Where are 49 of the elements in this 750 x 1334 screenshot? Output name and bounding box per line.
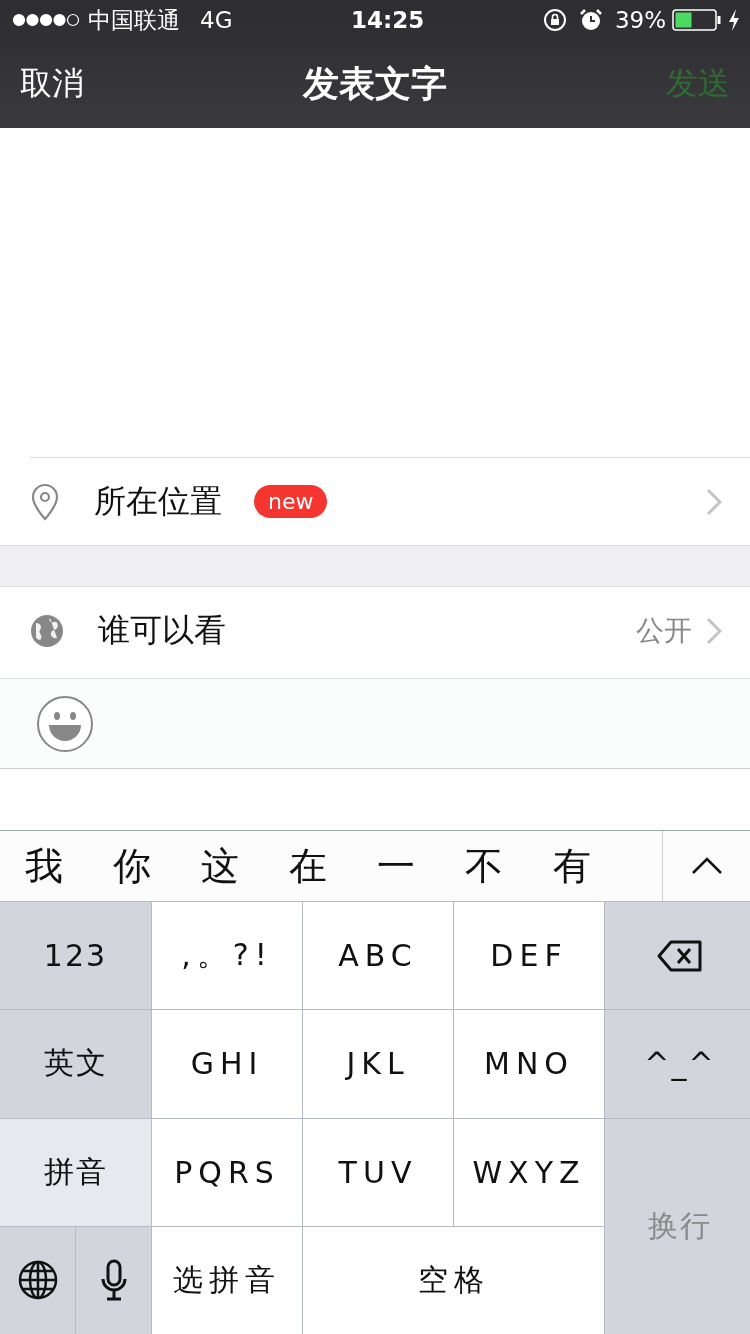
new-badge: new <box>254 485 328 518</box>
network-type: 4G <box>200 7 233 33</box>
keyboard-key[interactable]: MNO <box>454 1010 604 1118</box>
keyboard-key[interactable]: ^_^ <box>605 1010 750 1118</box>
candidate-word[interactable]: 一 <box>352 840 440 892</box>
keyboard-key[interactable]: DEF <box>454 902 604 1010</box>
chevron-right-icon <box>706 616 722 645</box>
charging-icon <box>728 9 740 31</box>
chevron-right-icon <box>706 487 722 516</box>
microphone-icon <box>100 1259 127 1302</box>
visibility-label[interactable]: 谁可以看 <box>98 608 226 653</box>
candidate-word[interactable]: 我 <box>0 840 88 892</box>
rotation-lock-icon <box>542 8 567 32</box>
page-title: 发表文字 <box>303 61 447 106</box>
candidate-word[interactable]: 这 <box>176 840 264 892</box>
clock-time: 14:25 <box>351 7 425 33</box>
caret-up-icon <box>690 857 723 875</box>
keyboard-key[interactable]: 拼音 <box>0 1118 151 1226</box>
battery-icon <box>672 9 722 31</box>
visibility-value: 公开 <box>636 612 692 649</box>
candidate-word[interactable]: 你 <box>88 840 176 892</box>
smiley-face-icon[interactable] <box>36 694 94 753</box>
location-pin-icon <box>30 482 60 521</box>
candidate-word[interactable]: 有 <box>528 840 616 892</box>
candidate-word[interactable]: 在 <box>264 840 352 892</box>
carrier-name: 中国联通 <box>88 5 180 35</box>
keyboard-key[interactable]: 选拼音 <box>152 1226 302 1334</box>
keyboard-key[interactable]: GHI <box>152 1010 302 1118</box>
mic-key[interactable] <box>76 1226 151 1334</box>
candidate-word[interactable]: 不 <box>440 840 528 892</box>
backspace-icon <box>657 939 703 972</box>
globe-icon <box>17 1260 58 1301</box>
cancel-button[interactable]: 取消 <box>20 62 84 106</box>
keyboard-key[interactable]: 123 <box>0 902 151 1010</box>
keyboard-key[interactable]: 英文 <box>0 1010 151 1118</box>
location-label[interactable]: 所在位置 <box>94 479 222 524</box>
keyboard-key[interactable]: TUV <box>303 1118 453 1226</box>
keyboard-key[interactable]: WXYZ <box>454 1118 604 1226</box>
globe-icon <box>30 613 64 648</box>
keyboard-key[interactable]: 空格 <box>303 1226 604 1334</box>
delete-key[interactable] <box>605 902 750 1010</box>
signal-icon <box>12 13 80 27</box>
alarm-icon <box>578 8 603 32</box>
keyboard-key[interactable]: ABC <box>303 902 453 1010</box>
globe-key[interactable] <box>0 1226 75 1334</box>
keyboard-key[interactable]: JKL <box>303 1010 453 1118</box>
battery-percent: 39% <box>614 7 666 33</box>
keyboard-key[interactable]: ,。?! <box>152 902 302 1010</box>
keyboard-key[interactable]: PQRS <box>152 1118 302 1226</box>
